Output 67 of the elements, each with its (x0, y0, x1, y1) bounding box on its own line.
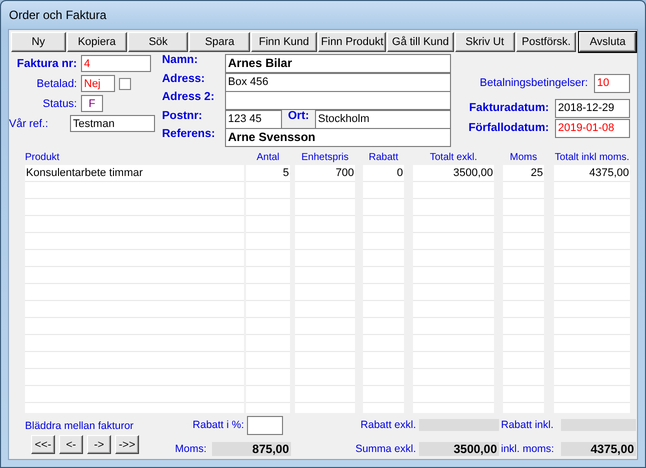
field-label: Fakturadatum: (469, 102, 549, 114)
toolbar-button[interactable]: Skriv Ut (454, 32, 516, 52)
sum-incl-total: 4375,00 (561, 442, 636, 456)
toolbar-button[interactable]: Ny (11, 32, 66, 52)
field-label: inkl. moms: (500, 443, 556, 455)
field-label: Moms: (175, 443, 206, 455)
column-header: Rabatt (368, 151, 400, 165)
field-label: Ort: (286, 110, 310, 122)
toolbar-button[interactable]: Spara (189, 32, 250, 52)
paid-field[interactable]: Nej (81, 75, 115, 92)
field-label: Adress: (162, 72, 206, 84)
field-label: Betalad: (36, 78, 77, 90)
text-field[interactable] (225, 91, 451, 110)
field-label: Adress 2: (162, 91, 216, 103)
table-cell-text: 4375,00 (588, 166, 630, 181)
postcode-field[interactable]: 123 45 (225, 110, 282, 128)
table-cell-text: 0 (396, 166, 404, 181)
column-header: Produkt (25, 151, 60, 165)
column-header: Antal (256, 151, 280, 165)
table-cell-text: 25 (530, 166, 544, 181)
due-date-field[interactable]: 2019-01-08 (555, 118, 630, 138)
table-cell-text: Konsulentarbete timmar (25, 166, 144, 181)
field-label: Namn: (162, 54, 199, 66)
reference-field[interactable]: Testman (70, 115, 155, 132)
field-label: Rabatt inkl. (500, 419, 555, 431)
field-label: Betalningsbetingelser: (480, 77, 588, 89)
terms-field[interactable]: 10 (594, 74, 630, 92)
column-header: Totalt exkl. (428, 151, 478, 165)
text-field[interactable]: Box 456 (225, 72, 451, 92)
field-label: Förfallodatum: (468, 122, 549, 134)
toolbar-button[interactable]: Kopiera (66, 32, 127, 52)
field-label: Vår ref.: (9, 118, 50, 130)
field-label: Status: (42, 98, 77, 110)
invoice-number-field[interactable]: 4 (81, 55, 151, 72)
browse-label: Bläddra mellan fakturor (25, 420, 135, 432)
toolbar-button[interactable]: Sök (128, 32, 188, 52)
city-field[interactable]: Stockholm (315, 110, 451, 128)
text-field[interactable]: Arnes Bilar (225, 54, 451, 73)
toolbar-button[interactable]: Gå till Kund (387, 32, 454, 52)
toolbar-button[interactable]: Finn Produkt (318, 32, 386, 52)
discount-percent-field[interactable] (247, 416, 283, 434)
field-label: Summa exkl. (354, 443, 417, 455)
table-cell-text: 3500,00 (452, 166, 494, 181)
navigation-button[interactable]: -> (87, 435, 111, 454)
toolbar-button[interactable]: Finn Kund (250, 32, 318, 52)
window-title: Order och Faktura (9, 8, 106, 22)
sum-excl-total: 3500,00 (419, 442, 499, 456)
column-header: Moms (508, 151, 538, 165)
table-cell-text: 5 (282, 166, 290, 181)
field-label: Rabatt exkl. (360, 419, 417, 431)
status-field[interactable]: F (81, 95, 103, 112)
field-label: Postnr: (162, 110, 204, 122)
checkbox[interactable] (119, 78, 131, 90)
field-label: Faktura nr: (16, 58, 77, 70)
text-field[interactable]: Arne Svensson (225, 128, 451, 147)
table-cell-text: 700 (334, 166, 355, 181)
toolbar-button[interactable]: Postförsk. (516, 32, 576, 52)
invoice-date-field[interactable]: 2018-12-29 (555, 98, 630, 118)
navigation-button[interactable]: <<- (31, 435, 55, 454)
field-label: Referens: (162, 128, 216, 140)
toolbar-button[interactable]: Avsluta (579, 32, 636, 52)
vat-total: 875,00 (212, 442, 291, 456)
navigation-button[interactable]: ->> (115, 435, 139, 454)
navigation-button[interactable]: <- (59, 435, 83, 454)
column-header: Enhetspris (300, 151, 350, 165)
column-header: Totalt inkl moms. (554, 151, 630, 165)
field-label: Rabatt i %: (192, 419, 245, 431)
